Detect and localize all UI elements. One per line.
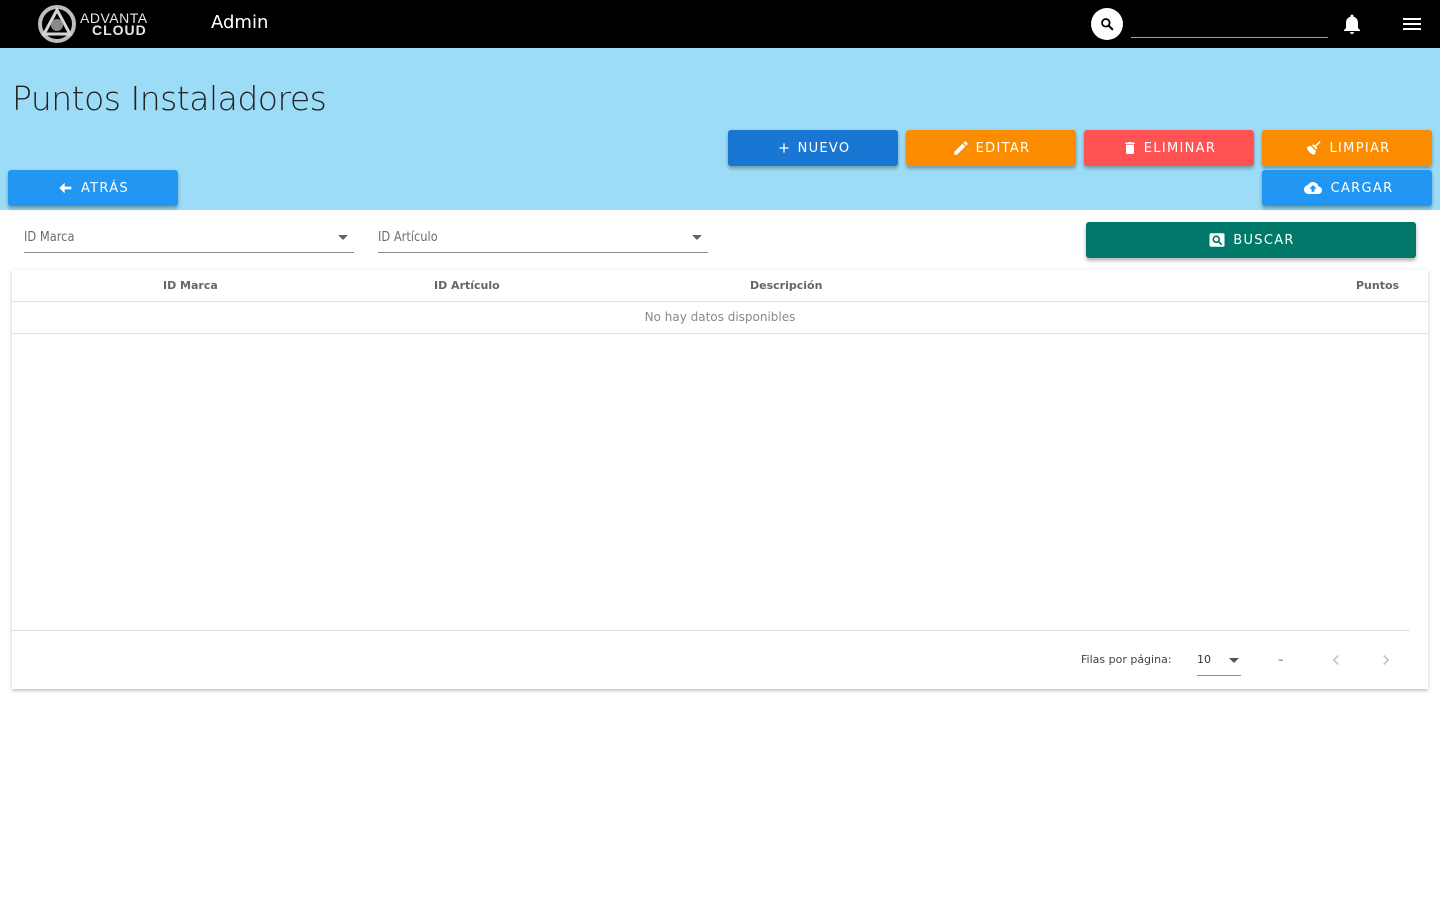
search-box-icon [1209, 233, 1225, 247]
cloud-upload-icon [1303, 182, 1322, 194]
atras-button-label: ATRÁS [81, 180, 129, 196]
limpiar-button[interactable]: LIMPIAR [1262, 130, 1432, 166]
chevron-down-icon [692, 235, 702, 240]
rows-per-page-label: Filas por página: [1081, 653, 1172, 666]
column-header-descripcion[interactable]: Descripción [750, 279, 822, 292]
table-header: ID Marca ID Artículo Descripción Puntos [12, 270, 1428, 302]
logo-text: ADVANTA CLOUD [80, 11, 148, 37]
plus-icon [778, 143, 789, 153]
id-marca-select-label: ID Marca [24, 230, 75, 245]
data-table: ID Marca ID Artículo Descripción Puntos … [12, 270, 1428, 689]
app-title: Admin [211, 12, 269, 33]
bell-icon[interactable] [1340, 12, 1364, 36]
column-header-id-articulo[interactable]: ID Artículo [434, 279, 500, 292]
global-search-input[interactable] [1131, 12, 1328, 38]
id-articulo-select-label: ID Artículo [378, 230, 438, 245]
editar-button-label: EDITAR [975, 140, 1031, 156]
search-button[interactable] [1091, 8, 1123, 40]
rows-per-page-value: 10 [1197, 653, 1211, 666]
advanta-cloud-logo[interactable]: ADVANTA CLOUD [36, 4, 158, 44]
chevron-down-icon [1229, 658, 1239, 663]
page-title: Puntos Instaladores [12, 79, 327, 118]
arrow-left-icon [59, 182, 72, 194]
column-header-id-marca[interactable]: ID Marca [163, 279, 218, 292]
id-marca-select[interactable]: ID Marca [24, 226, 354, 253]
cargar-button[interactable]: CARGAR [1262, 170, 1432, 206]
broom-icon [1306, 141, 1321, 155]
pencil-icon [953, 141, 968, 155]
buscar-button-label: BUSCAR [1233, 232, 1295, 248]
atras-button[interactable]: ATRÁS [8, 170, 178, 206]
top-app-bar: ADVANTA CLOUD Admin [0, 0, 1440, 48]
limpiar-button-label: LIMPIAR [1329, 140, 1391, 156]
cargar-button-label: CARGAR [1330, 180, 1394, 196]
chevron-right-icon[interactable] [1376, 650, 1396, 670]
page-range-info: – [1278, 653, 1284, 666]
column-header-puntos[interactable]: Puntos [1356, 279, 1399, 292]
eliminar-button-label: ELIMINAR [1143, 140, 1217, 156]
chevron-down-icon [338, 235, 348, 240]
trash-icon [1125, 142, 1135, 154]
rows-per-page-select[interactable]: 10 [1197, 648, 1241, 676]
nuevo-button-label: NUEVO [797, 140, 851, 156]
page-header-band [0, 48, 1440, 210]
eliminar-button[interactable]: ELIMINAR [1084, 130, 1254, 166]
buscar-button[interactable]: BUSCAR [1086, 222, 1416, 258]
editar-button[interactable]: EDITAR [906, 130, 1076, 166]
hamburger-menu-icon[interactable] [1400, 12, 1424, 36]
id-articulo-select[interactable]: ID Artículo [378, 226, 708, 253]
no-data-message: No hay datos disponibles [12, 302, 1428, 334]
chevron-left-icon[interactable] [1326, 650, 1346, 670]
logo-mark-icon [38, 5, 76, 43]
table-footer-divider [12, 630, 1410, 631]
nuevo-button[interactable]: NUEVO [728, 130, 898, 166]
search-icon [1101, 18, 1114, 31]
